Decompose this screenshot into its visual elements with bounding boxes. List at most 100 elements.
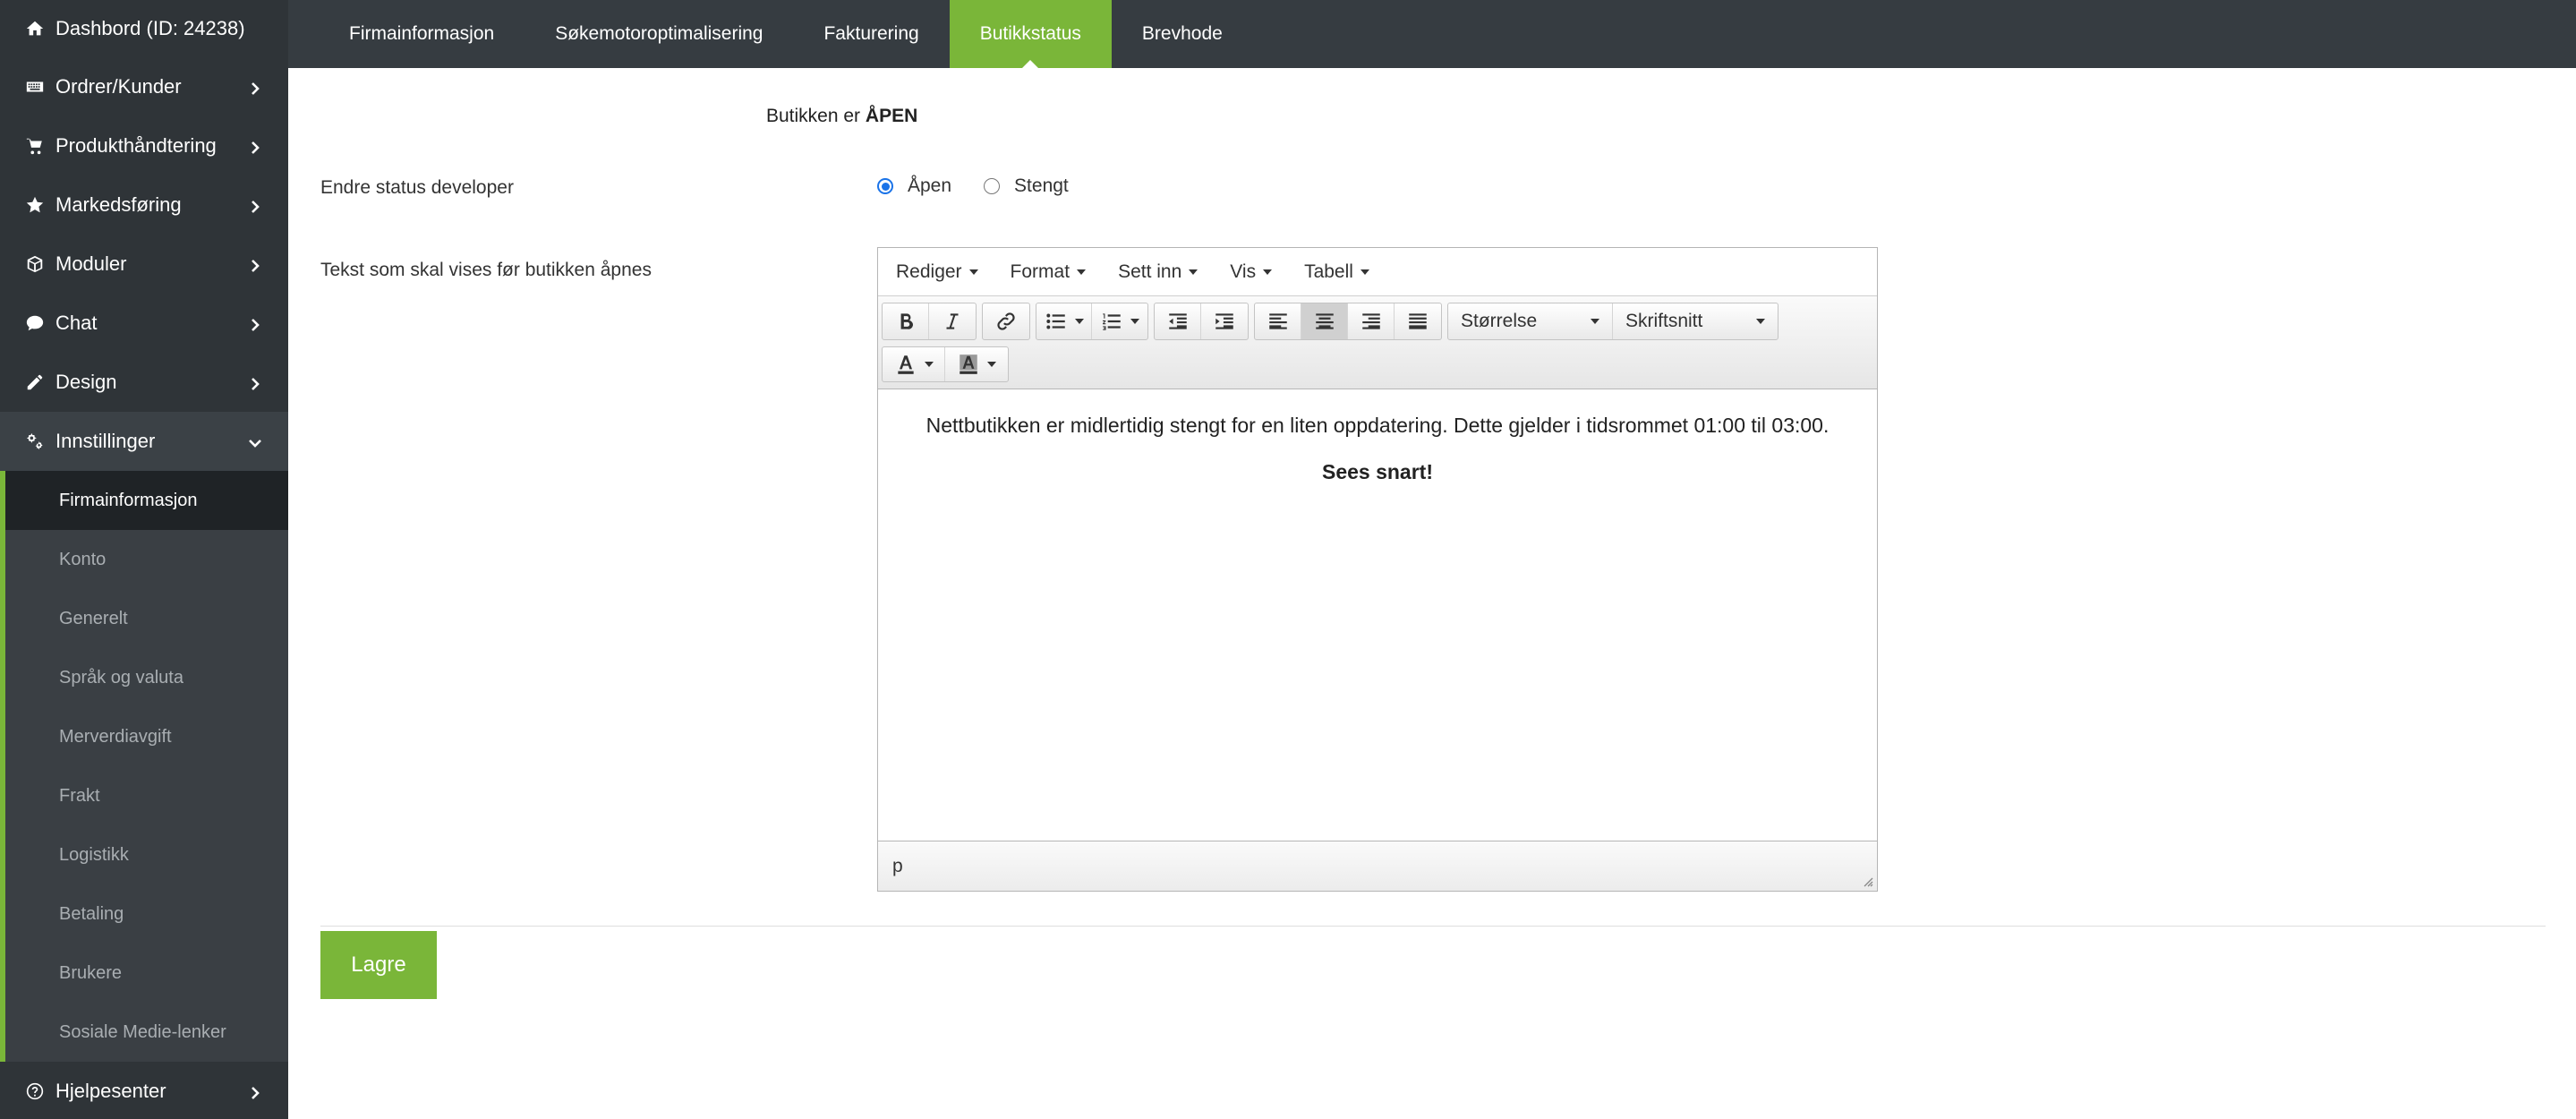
pencil-icon	[23, 371, 47, 394]
form-divider	[320, 926, 2546, 927]
caret-down-icon	[1360, 269, 1369, 275]
radio-closed-option[interactable]: Stengt	[984, 175, 1069, 197]
tab-fakturering[interactable]: Fakturering	[793, 0, 949, 68]
editor-paragraph-1: Nettbutikken er midlertidig stengt for e…	[925, 414, 1830, 437]
keyboard-icon	[23, 75, 47, 98]
cube-icon	[23, 252, 47, 276]
sidebar-item-products[interactable]: Produkthåndtering	[0, 116, 288, 175]
menu-label: Rediger	[896, 261, 962, 282]
sidebar-item-chat[interactable]: Chat	[0, 294, 288, 353]
sidebar-item-modules[interactable]: Moduler	[0, 235, 288, 294]
outdent-icon	[1168, 313, 1187, 329]
closed-text-label: Tekst som skal vises før butikken åpnes	[320, 260, 652, 280]
submenu-item-brukere[interactable]: Brukere	[0, 944, 288, 1003]
menu-format[interactable]: Format	[1011, 261, 1087, 283]
font-family-select-label: Skriftsnitt	[1625, 311, 1703, 331]
tab-sokemotoroptimalisering[interactable]: Søkemotoroptimalisering	[525, 0, 793, 68]
submenu-item-firmainformasjon[interactable]: Firmainformasjon	[0, 471, 288, 530]
sidebar-item-settings[interactable]: Innstillinger	[0, 412, 288, 471]
menu-label: Tabell	[1304, 261, 1353, 282]
caret-down-icon	[1756, 319, 1765, 324]
numbered-list-icon	[1103, 313, 1121, 330]
numbered-list-button[interactable]	[1092, 303, 1147, 339]
caret-down-icon	[1130, 319, 1139, 324]
caret-down-icon	[987, 362, 996, 367]
sidebar-item-dashboard[interactable]: Dashbord (ID: 24238)	[0, 0, 288, 57]
font-size-select[interactable]: Størrelse	[1448, 303, 1613, 339]
outdent-button[interactable]	[1155, 303, 1201, 339]
submenu-item-betaling[interactable]: Betaling	[0, 884, 288, 944]
radio-closed-label: Stengt	[1014, 175, 1069, 196]
radio-open-label: Åpen	[908, 175, 952, 196]
home-icon	[23, 17, 47, 40]
text-color-button[interactable]	[883, 347, 945, 381]
chevron-right-icon	[247, 1083, 263, 1099]
radio-open-option[interactable]: Åpen	[877, 175, 951, 197]
submenu-item-frakt[interactable]: Frakt	[0, 766, 288, 825]
menu-sett-inn[interactable]: Sett inn	[1118, 261, 1198, 283]
list-group	[1036, 303, 1148, 340]
italic-button[interactable]	[929, 303, 976, 339]
align-group	[1254, 303, 1442, 340]
align-center-icon	[1315, 313, 1334, 329]
tab-butikkstatus[interactable]: Butikkstatus	[949, 0, 1112, 68]
submenu-item-merverdiavgift[interactable]: Merverdiavgift	[0, 707, 288, 766]
save-button[interactable]: Lagre	[320, 931, 437, 999]
sidebar: Dashbord (ID: 24238) Ordrer/Kunder Produ…	[0, 0, 288, 1119]
menu-label: Format	[1010, 261, 1070, 282]
top-tab-bar: Firmainformasjon Søkemotoroptimalisering…	[288, 0, 2576, 68]
caret-down-icon	[1189, 269, 1198, 275]
align-left-button[interactable]	[1255, 303, 1301, 339]
menu-tabell[interactable]: Tabell	[1304, 261, 1369, 283]
submenu-item-konto[interactable]: Konto	[0, 530, 288, 589]
chat-icon	[23, 312, 47, 335]
submenu-item-logistikk[interactable]: Logistikk	[0, 825, 288, 884]
submenu-item-sosiale-medie-lenker[interactable]: Sosiale Medie-lenker	[0, 1003, 288, 1062]
menu-rediger[interactable]: Rediger	[896, 261, 978, 283]
sidebar-item-help[interactable]: Hjelpesenter	[0, 1062, 288, 1119]
submenu-item-sprak-og-valuta[interactable]: Språk og valuta	[0, 648, 288, 707]
bullet-list-button[interactable]	[1036, 303, 1092, 339]
caret-down-icon	[1074, 319, 1084, 324]
align-center-button[interactable]	[1301, 303, 1348, 339]
editor-element-path[interactable]: p	[892, 856, 903, 877]
editor-paragraph-2: Sees snart!	[1321, 460, 1433, 483]
font-group: Størrelse Skriftsnitt	[1447, 303, 1778, 340]
store-status-text: Butikken er ÅPEN	[766, 106, 917, 127]
align-justify-button[interactable]	[1395, 303, 1441, 339]
editor-statusbar: p	[878, 841, 1877, 891]
sidebar-item-marketing[interactable]: Markedsføring	[0, 175, 288, 235]
tab-firmainformasjon[interactable]: Firmainformasjon	[319, 0, 525, 68]
bold-button[interactable]	[883, 303, 929, 339]
store-status-value: ÅPEN	[865, 106, 918, 126]
menu-vis[interactable]: Vis	[1230, 261, 1273, 283]
chevron-right-icon	[247, 197, 263, 213]
font-family-select[interactable]: Skriftsnitt	[1613, 303, 1778, 339]
sidebar-item-orders[interactable]: Ordrer/Kunder	[0, 57, 288, 116]
store-status-prefix: Butikken er	[766, 106, 861, 126]
link-button[interactable]	[983, 303, 1029, 339]
editor-menubar: Rediger Format Sett inn Vis Tabell	[878, 248, 1877, 296]
sidebar-item-design[interactable]: Design	[0, 353, 288, 412]
background-color-button[interactable]	[945, 347, 1008, 381]
text-color-icon	[897, 355, 914, 374]
align-right-button[interactable]	[1348, 303, 1395, 339]
radio-open[interactable]	[877, 178, 893, 194]
caret-down-icon	[1263, 269, 1273, 275]
radio-closed[interactable]	[984, 178, 1001, 194]
indent-button[interactable]	[1201, 303, 1248, 339]
menu-label: Vis	[1230, 261, 1257, 282]
submenu-item-generelt[interactable]: Generelt	[0, 589, 288, 648]
align-justify-icon	[1409, 313, 1427, 329]
link-icon	[997, 312, 1015, 330]
change-status-label: Endre status developer	[320, 177, 514, 198]
caret-down-icon	[1077, 269, 1087, 275]
tab-brevhode[interactable]: Brevhode	[1112, 0, 1253, 68]
editor-content-area[interactable]: Nettbutikken er midlertidig stengt for e…	[878, 391, 1877, 841]
resize-handle-icon[interactable]	[1861, 875, 1873, 887]
gears-icon	[23, 430, 47, 453]
chevron-right-icon	[247, 256, 263, 272]
background-color-icon	[960, 354, 977, 374]
format-group	[882, 303, 977, 340]
cart-icon	[23, 134, 47, 158]
